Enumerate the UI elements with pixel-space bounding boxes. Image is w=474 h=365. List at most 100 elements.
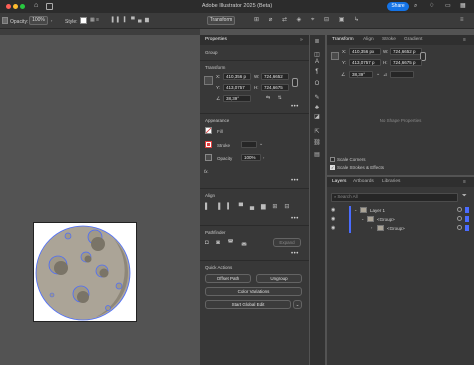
target-icon[interactable] — [457, 207, 462, 212]
tab-transform[interactable]: Transform — [332, 37, 354, 42]
align-more-button[interactable]: ••• — [291, 216, 299, 222]
selection-indicator[interactable] — [465, 216, 469, 222]
shear-icon: ⊿ — [383, 72, 388, 78]
target-icon[interactable] — [457, 225, 462, 230]
links-icon[interactable]: ⛓ — [313, 140, 321, 147]
fill-swatch[interactable] — [205, 127, 212, 134]
chevron-down-icon[interactable]: ⌄ — [354, 207, 357, 212]
appearance-section-title: Appearance — [205, 118, 230, 123]
layer-row[interactable]: ◉ › <Group> — [327, 224, 474, 233]
more-icon[interactable]: ≡ — [460, 17, 468, 24]
fx-label[interactable]: fx. — [204, 169, 209, 174]
h-field[interactable]: 724,6675 — [261, 84, 289, 91]
tab-gradient[interactable]: Gradient — [404, 37, 422, 42]
control-tool-icons[interactable]: ⊞ ⌀ ⇄ ◈ ⌖ ⊟ ▣ ↳ — [254, 16, 414, 25]
tab-properties[interactable]: Properties — [205, 37, 227, 42]
scale-corners-checkbox[interactable] — [330, 157, 335, 162]
y-field[interactable]: 413,0757 p — [349, 59, 381, 66]
character-icon[interactable]: A — [313, 59, 321, 66]
libraries-icon[interactable]: ◫ — [313, 52, 321, 59]
layer-row[interactable]: ◉ ⌄ Layer 1 — [327, 206, 474, 215]
tab-layers[interactable]: Layers — [332, 179, 346, 184]
x-field[interactable]: 410,356 px — [349, 48, 381, 55]
w-label: W: — [383, 49, 389, 54]
search-icon[interactable]: ⌕ — [414, 3, 422, 11]
graphic-styles-icon[interactable]: ◪ — [313, 114, 321, 121]
paragraph-icon[interactable]: ¶ — [313, 69, 321, 76]
symbols-icon[interactable]: ♣ — [313, 105, 321, 112]
angle-icon: ∠ — [216, 96, 221, 102]
layout-icon[interactable]: ▭ — [445, 2, 453, 10]
align-icons[interactable]: ▦ ≡ — [90, 17, 106, 24]
layer-row[interactable]: ◉ ⌄ <Group> — [327, 215, 474, 224]
selection-indicator[interactable] — [465, 207, 469, 213]
export-icon[interactable]: ⇱ — [313, 129, 321, 136]
layers-search-input[interactable]: ⌕ Search All — [331, 193, 458, 202]
share-button[interactable]: Share — [387, 2, 409, 11]
global-edit-options-button[interactable]: ⌄ — [293, 300, 302, 309]
glyphs-icon[interactable]: O — [313, 81, 321, 88]
ungroup-button[interactable]: Ungroup — [256, 274, 302, 283]
start-global-edit-button[interactable]: Start Global Edit — [205, 300, 291, 309]
eye-icon[interactable]: ◉ — [331, 216, 335, 222]
layer-name: Layer 1 — [370, 208, 386, 213]
shear-field[interactable] — [390, 71, 414, 78]
y-field[interactable]: 413,0757 — [223, 84, 251, 91]
fill-swatch[interactable] — [2, 17, 8, 24]
chevron-down-icon[interactable]: ⌄ — [361, 216, 364, 221]
eye-icon[interactable]: ◉ — [331, 225, 335, 231]
chevron-right-icon[interactable]: › — [51, 18, 55, 23]
align-buttons-row[interactable]: ▌ ▐ ▍ ▀ ▄ ▆ ⊞ ⊟ — [205, 203, 295, 212]
stroke-label: Stroke — [217, 143, 231, 148]
w-field[interactable]: 724,6652 — [261, 73, 289, 80]
pathfinder-more-button[interactable]: ••• — [291, 251, 299, 257]
transform-more-button[interactable]: ••• — [291, 104, 299, 110]
crater — [115, 282, 123, 290]
x-label: X: — [216, 74, 221, 79]
chevron-right-icon[interactable]: › — [263, 155, 268, 160]
expand-button[interactable]: Expand — [273, 238, 301, 247]
chevron-down-icon[interactable]: ⌄ — [376, 71, 381, 78]
tab-artboards[interactable]: Artboards — [353, 179, 374, 184]
selection-indicator[interactable] — [465, 225, 469, 231]
eye-icon[interactable]: ◉ — [331, 207, 335, 213]
properties-icon[interactable]: ≣ — [313, 39, 321, 46]
style-swatch[interactable] — [80, 17, 87, 24]
pathfinder-buttons[interactable]: ◘ ◙ ◚ ◛ — [205, 239, 265, 248]
w-field[interactable]: 724,6652 p — [390, 48, 422, 55]
artboard[interactable] — [33, 222, 137, 322]
stroke-swatch[interactable] — [205, 141, 212, 148]
stroke-weight-field[interactable] — [241, 141, 257, 148]
grid-icon[interactable]: ▦ — [460, 2, 468, 10]
chevron-down-icon[interactable]: ⌄ — [259, 141, 267, 148]
assets-icon[interactable]: ▤ — [313, 152, 321, 159]
reference-point-icon[interactable] — [331, 52, 339, 60]
transform-button[interactable]: Transform — [207, 16, 235, 25]
layer-color-bar — [349, 206, 351, 215]
panel-menu-icon[interactable]: ≡ — [463, 37, 466, 43]
angle-field[interactable]: 38,39° — [349, 71, 373, 78]
color-variations-button[interactable]: Color Variations — [205, 287, 302, 296]
scale-strokes-checkbox[interactable]: ✓ — [330, 165, 335, 170]
tab-libraries[interactable]: Libraries — [382, 179, 400, 184]
x-field[interactable]: 410,356 p — [223, 73, 251, 80]
chevron-right-icon[interactable]: › — [371, 225, 372, 230]
panel-menu-icon[interactable]: ≡ — [463, 179, 466, 185]
angle-field[interactable]: 38,39° — [223, 95, 251, 102]
tab-align[interactable]: Align — [363, 37, 374, 42]
opacity-field[interactable]: 100% — [29, 16, 48, 25]
bell-icon[interactable]: ♢ — [429, 2, 437, 10]
appearance-more-button[interactable]: ••• — [291, 178, 299, 184]
panel-collapse-icon[interactable]: » — [300, 37, 303, 43]
tab-stroke[interactable]: Stroke — [382, 37, 396, 42]
flip-icons[interactable]: ⇆ ⇅ — [266, 95, 291, 102]
link-icon[interactable] — [292, 78, 298, 87]
opacity-field[interactable]: 100% — [241, 154, 261, 161]
offset-path-button[interactable]: Offset Path — [205, 274, 251, 283]
filter-icon[interactable]: ⏷ — [462, 193, 467, 200]
align-buttons[interactable]: ▐ ▌ ▍ ▀ ▄ ▆ — [110, 17, 170, 24]
reference-point-icon[interactable] — [204, 76, 213, 85]
target-icon[interactable] — [457, 216, 462, 221]
brushes-icon[interactable]: ✎ — [313, 95, 321, 102]
h-field[interactable]: 724,6675 p — [390, 59, 422, 66]
